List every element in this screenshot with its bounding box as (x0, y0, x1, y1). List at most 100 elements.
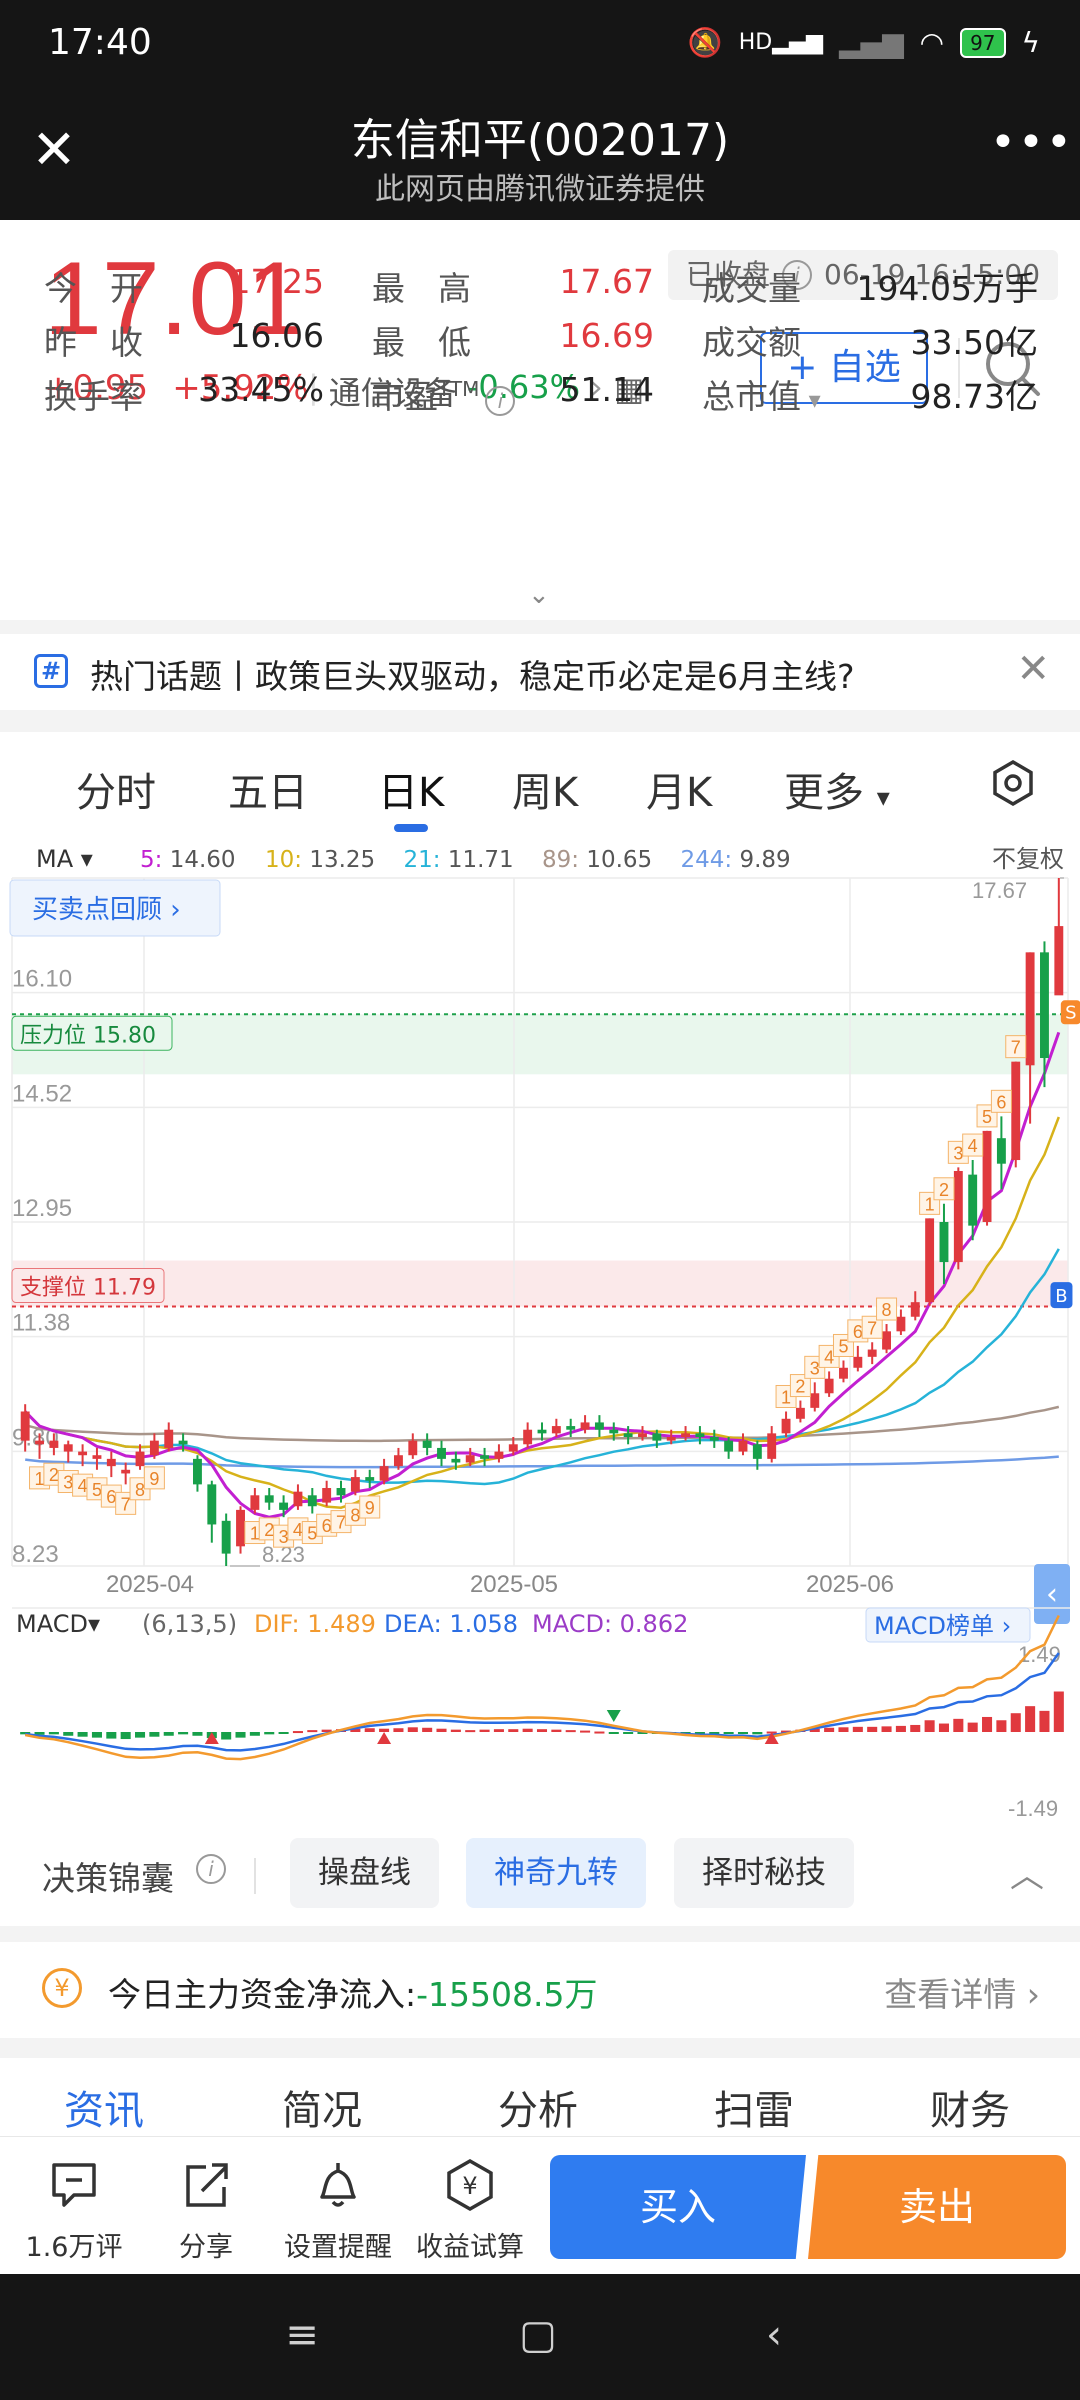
sell-button[interactable]: 卖出 (808, 2155, 1066, 2259)
nine-turn-label: 7 (121, 1494, 131, 1514)
candle-body (839, 1367, 848, 1379)
candle-body (666, 1437, 676, 1441)
status-icons: 🔕 HD▂▄▆ ▂▄▆ ◠ 97 ϟ (688, 26, 1040, 59)
nine-turn-label: 3 (63, 1473, 73, 1493)
alert-button[interactable]: 设置提醒 (278, 2155, 398, 2264)
nine-turn-label: 3 (279, 1527, 289, 1547)
settings-icon[interactable] (988, 758, 1038, 808)
candle-body (336, 1488, 346, 1496)
share-button[interactable]: 分享 (146, 2155, 266, 2264)
tab-profile[interactable]: 简况 (282, 2078, 362, 2136)
tab-intraday[interactable]: 分时 (76, 760, 156, 818)
candle-body (925, 1218, 935, 1303)
info-icon[interactable]: i (485, 386, 516, 416)
stat-item: 市盈TTM i 51.14 (372, 370, 654, 418)
kline-chart-svg[interactable]: 16.1014.5212.9511.389.808.23MA ▾ 5: 14.60… (0, 836, 1080, 1826)
candle-body (896, 1316, 906, 1332)
macd-bar (77, 1732, 88, 1737)
info-icon[interactable]: i (196, 1854, 226, 1884)
mute-icon: 🔕 (687, 26, 723, 59)
macd-bar (1039, 1710, 1050, 1732)
hot-topic-banner[interactable]: # 热门话题丨政策巨头双驱动，稳定币必定是6月主线? ✕ (0, 634, 1080, 710)
nine-turn-label: 3 (953, 1143, 963, 1163)
chip-magic-nine[interactable]: 神奇九转 (466, 1838, 646, 1908)
macd-bar (120, 1732, 131, 1740)
nine-turn-label: 6 (996, 1092, 1006, 1112)
stat-value: 17.25 (229, 262, 324, 301)
macd-bar (723, 1732, 734, 1734)
bell-icon (320, 2163, 356, 2207)
candle-body (752, 1444, 762, 1459)
comment-button[interactable]: 1.6万评 (14, 2155, 134, 2264)
macd-label[interactable]: MACD▾ (16, 1610, 100, 1638)
period-tabs: 分时 五日 日K 周K 月K 更多 ▾ (0, 732, 1080, 836)
macd-bar (996, 1720, 1007, 1732)
chevron-up-icon[interactable]: ︿ (1010, 1848, 1044, 1897)
macd-bar (393, 1728, 404, 1732)
x-axis-label: 2025-04 (106, 1571, 194, 1598)
candle-body (264, 1495, 274, 1503)
nine-turn-label: 5 (92, 1480, 102, 1500)
nine-turn-label: 8 (350, 1505, 360, 1525)
macd-bar (752, 1732, 763, 1735)
home-icon[interactable]: ▢ (508, 2312, 568, 2362)
macd-bar (824, 1727, 835, 1732)
candle-body (92, 1455, 102, 1459)
stat-value: 194.05万手 (856, 269, 1038, 308)
candle-body (437, 1447, 446, 1459)
stat-item: 换手率 33.45% (44, 370, 324, 418)
more-menu-button[interactable]: ••• (990, 121, 1072, 172)
macd-bar (522, 1728, 533, 1732)
profit-calc-button[interactable]: ¥ 收益试算 (410, 2155, 530, 2264)
tab-five-day[interactable]: 五日 (228, 760, 308, 818)
candle-body (494, 1451, 504, 1459)
ma-label: MA ▾ (36, 845, 93, 873)
stat-label: 换手率 (44, 377, 143, 416)
macd-bar (436, 1728, 447, 1732)
tab-monthly-k[interactable]: 月K (646, 760, 712, 818)
candle-body (551, 1426, 561, 1434)
tab-news[interactable]: 资讯 (64, 2078, 144, 2136)
tab-analysis[interactable]: 分析 (498, 2078, 578, 2136)
tab-weekly-k[interactable]: 周K (512, 760, 578, 818)
menu-icon[interactable]: ≡ (272, 2312, 332, 2362)
separator (0, 1926, 1080, 1942)
profit-calc-label: 收益试算 (416, 2232, 524, 2263)
candle-body (724, 1440, 734, 1452)
nine-turn-label: 4 (968, 1136, 978, 1156)
view-detail-link[interactable]: 查看详情 › (884, 1968, 1040, 2016)
macd-value: MACD: 0.862 (532, 1610, 688, 1638)
stat-item: 成交量 194.05万手 (702, 262, 1038, 310)
caret-down-icon[interactable]: ▾ (801, 386, 821, 414)
macd-bar (493, 1729, 504, 1732)
hashtag-icon: # (34, 654, 68, 688)
tab-daily-k[interactable]: 日K (378, 760, 444, 818)
buy-button[interactable]: 买入 (550, 2155, 806, 2259)
stat-label: 今 开 (44, 269, 143, 308)
macd-bar (163, 1732, 174, 1736)
chevron-down-icon[interactable]: ⌄ (528, 580, 550, 610)
nine-turn-label: 2 (939, 1180, 949, 1200)
stat-value: 98.73亿 (910, 377, 1038, 416)
macd-bar (838, 1727, 849, 1732)
tab-risk-scan[interactable]: 扫雷 (714, 2078, 794, 2136)
macd-bar (479, 1729, 490, 1732)
nine-turn-label: 4 (824, 1347, 834, 1367)
capital-flow-row[interactable]: ¥ 今日主力资金净流入:-15508.5万 查看详情 › (0, 1942, 1080, 2038)
candle-body (293, 1491, 303, 1507)
kline-chart[interactable]: 16.10 14.52 12.95 11.38 9.80 8.23 MA ▾ 5: 14.60… (0, 836, 1080, 1826)
ma-value: 244: 9.89 (681, 847, 791, 873)
macd-bar (1010, 1713, 1021, 1732)
stat-label-sup: TTM (438, 377, 480, 401)
candle-body (523, 1429, 533, 1445)
nine-turn-label: 8 (135, 1480, 145, 1500)
close-icon[interactable]: ✕ (1016, 646, 1050, 692)
buy-signal-label: B (1055, 1286, 1067, 1307)
x-axis-label: 2025-05 (470, 1571, 558, 1598)
tab-more[interactable]: 更多 ▾ (784, 760, 890, 818)
tab-finance[interactable]: 财务 (930, 2078, 1010, 2136)
chevron-right-icon: › (1026, 1975, 1040, 2014)
chip-timing[interactable]: 择时秘技 (674, 1838, 854, 1908)
back-icon[interactable]: ‹ (744, 2312, 804, 2362)
chip-trading-line[interactable]: 操盘线 (290, 1838, 439, 1908)
